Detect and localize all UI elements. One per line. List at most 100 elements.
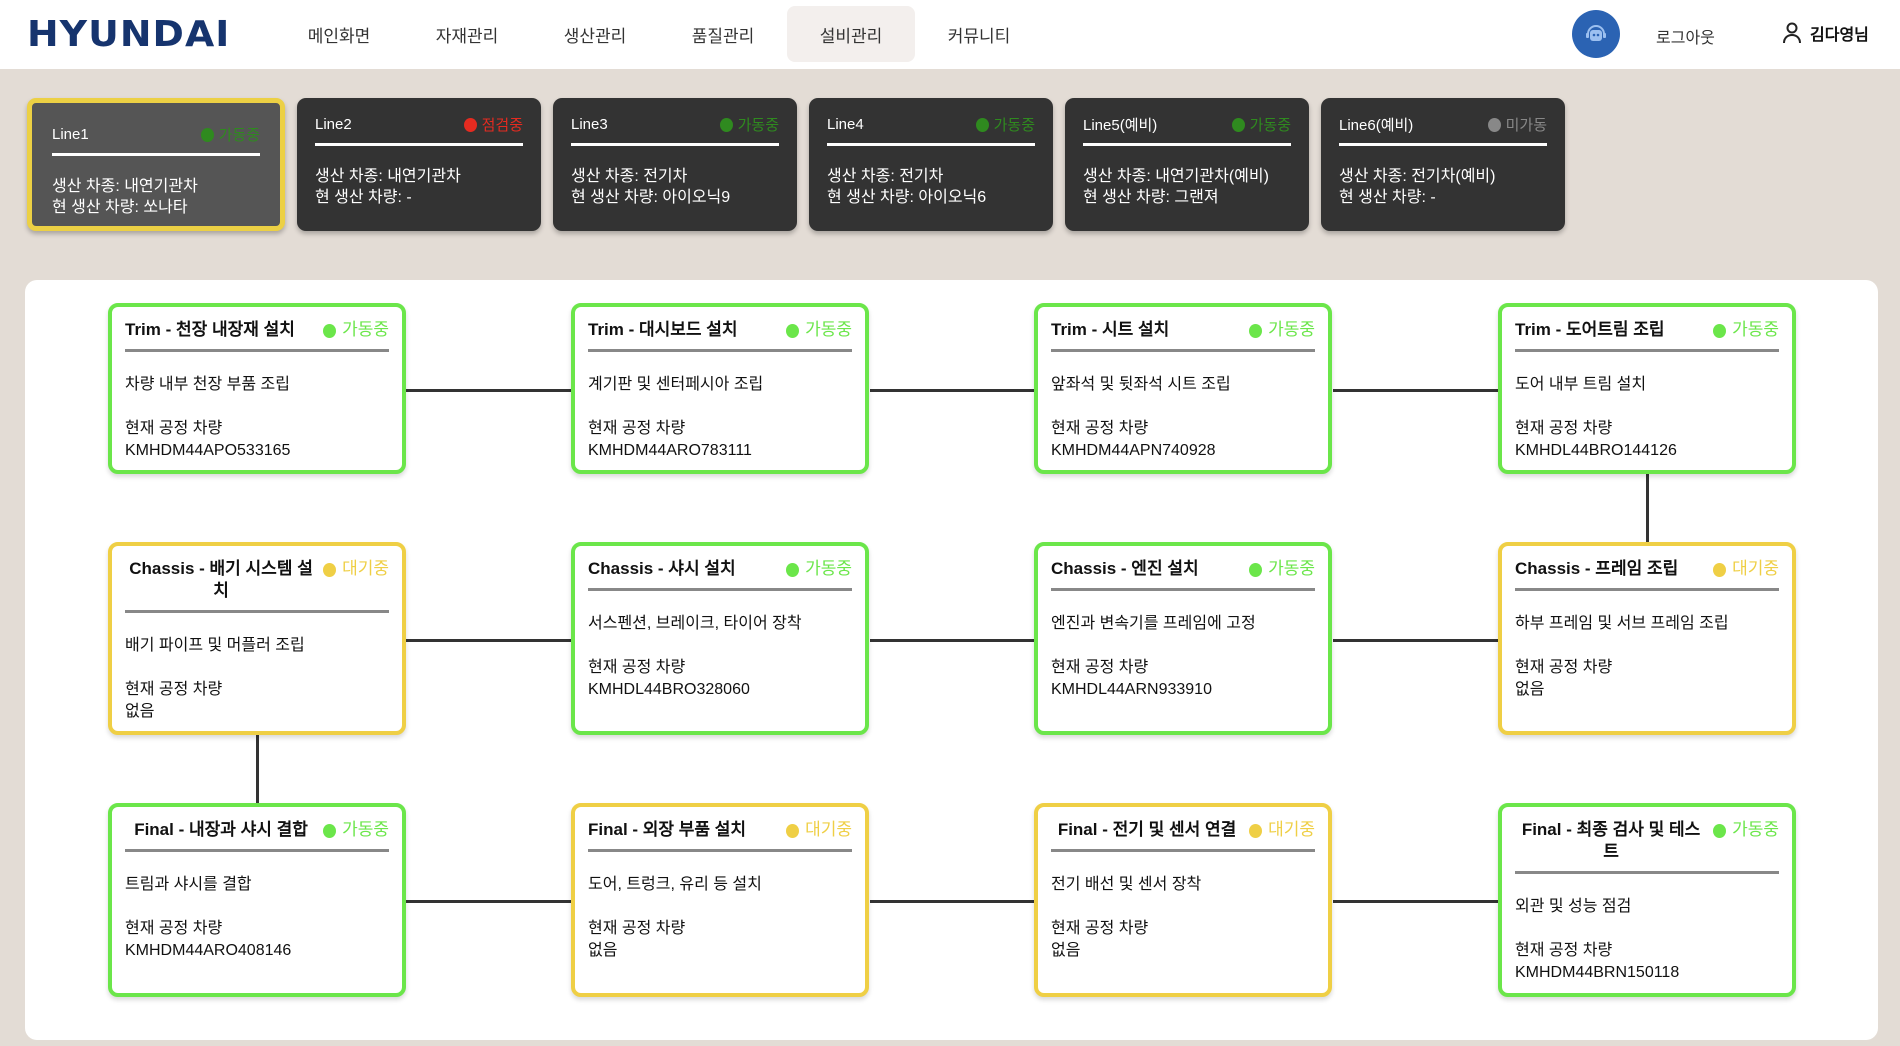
current-vehicle-label: 현재 공정 차량 [1051,659,1149,676]
status-dot-icon [463,117,477,132]
current-vehicle-id: KMHDL44BRO144126 [1515,442,1677,459]
main-nav: 메인화면 자재관리 생산관리 품질관리 설비관리 커뮤니티 [275,6,1043,62]
line-card-1[interactable]: Line1 가동중 생산 차종: 내연기관차 현 생산 차량: 쏘나타 [27,98,285,231]
process-status: 가동중 [323,819,389,841]
process-description: 차량 내부 천장 부품 조립 [125,376,290,393]
process-title: Chassis - 프레임 조립 [1515,559,1679,578]
status-dot-icon [1231,117,1245,132]
user-menu[interactable]: 김다영님 [1782,21,1869,45]
nav-production[interactable]: 생산관리 [531,6,659,62]
process-status-text: 가동중 [805,320,852,339]
status-dot-icon [323,563,337,577]
status-dot-icon [323,324,337,338]
process-card[interactable]: Chassis - 배기 시스템 설치 대기중 배기 파이프 및 머플러 조립 … [108,542,406,735]
current-vehicle-label: 현재 공정 차량 [588,659,686,676]
current-vehicle-label: 현재 공정 차량 [125,920,223,937]
process-title: Chassis - 샤시 설치 [588,559,736,578]
process-header: Chassis - 배기 시스템 설치 대기중 [125,558,389,613]
process-card[interactable]: Trim - 대시보드 설치 가동중 계기판 및 센터페시아 조립 현재 공정 … [571,303,869,474]
process-card[interactable]: Final - 내장과 샤시 결합 가동중 트림과 샤시를 결합 현재 공정 차… [108,803,406,997]
current-vehicle-id: 없음 [1051,942,1081,959]
line-name: Line2 [315,116,352,133]
process-status: 대기중 [1249,819,1315,841]
process-header: Trim - 대시보드 설치 가동중 [588,319,852,352]
line-status: 가동중 [1231,114,1291,135]
process-title: Final - 내장과 샤시 결합 [134,820,308,839]
process-status-text: 가동중 [1732,320,1779,339]
connector [256,735,259,803]
status-dot-icon [1713,324,1727,338]
line-card-2[interactable]: Line2 점검중 생산 차종: 내연기관차 현 생산 차량: - [297,98,541,231]
connector [1333,389,1498,392]
nav-quality[interactable]: 품질관리 [659,6,787,62]
current-vehicle-id: 없음 [1515,681,1545,698]
process-header: Trim - 천장 내장재 설치 가동중 [125,319,389,352]
connector [870,389,1034,392]
chatbot-button[interactable] [1572,10,1620,58]
line-status-text: 가동중 [993,117,1035,134]
process-status-text: 가동중 [342,320,389,339]
process-title: Chassis - 배기 시스템 설치 [129,559,313,600]
nav-materials[interactable]: 자재관리 [403,6,531,62]
current-vehicle-label: 현재 공정 차량 [1515,942,1613,959]
line-card-4[interactable]: Line4 가동중 생산 차종: 전기차 현 생산 차량: 아이오닉6 [809,98,1053,231]
process-card[interactable]: Final - 최종 검사 및 테스트 가동중 외관 및 성능 점검 현재 공정… [1498,803,1796,997]
status-dot-icon [975,117,989,132]
current-vehicle-id: KMHDM44APN740928 [1051,442,1216,459]
process-description: 계기판 및 센터페시아 조립 [588,376,764,393]
process-status: 대기중 [1713,558,1779,580]
process-status-text: 대기중 [1268,820,1315,839]
process-card[interactable]: Chassis - 엔진 설치 가동중 엔진과 변속기를 프레임에 고정 현재 … [1034,542,1332,735]
process-status-text: 가동중 [1732,820,1779,839]
current-vehicle-label: 현재 공정 차량 [588,420,686,437]
line-card-3[interactable]: Line3 가동중 생산 차종: 전기차 현 생산 차량: 아이오닉9 [553,98,797,231]
process-title: Final - 전기 및 센서 연결 [1057,820,1237,839]
status-dot-icon [786,563,800,577]
line-name: Line6(예비) [1339,117,1414,134]
status-dot-icon [1249,824,1263,838]
nav-main[interactable]: 메인화면 [275,6,403,62]
line-status-text: 가동중 [218,127,260,144]
current-vehicle-id: KMHDL44BRO328060 [588,681,750,698]
line-status-text: 점검중 [481,117,523,134]
hyundai-logo[interactable]: HYUNDAI [27,14,230,55]
line-status: 가동중 [719,114,779,135]
connector [1333,900,1498,903]
process-description: 서스펜션, 브레이크, 타이어 장착 [588,615,802,632]
process-status: 가동중 [1249,319,1315,341]
nav-community[interactable]: 커뮤니티 [915,6,1043,62]
process-card[interactable]: Chassis - 샤시 설치 가동중 서스펜션, 브레이크, 타이어 장착 현… [571,542,869,735]
process-status: 가동중 [1713,819,1779,841]
current-vehicle-id: 없음 [125,703,155,720]
process-card[interactable]: Final - 외장 부품 설치 대기중 도어, 트렁크, 유리 등 설치 현재… [571,803,869,997]
process-header: Chassis - 샤시 설치 가동중 [588,558,852,591]
process-description: 트림과 샤시를 결합 [125,876,252,893]
line-status-text: 가동중 [1249,117,1291,134]
current-vehicle-label: 현재 공정 차량 [1051,920,1149,937]
line-vehicle-type: 생산 차종: 내연기관차 [52,178,198,195]
logout-button[interactable]: 로그아웃 [1656,24,1715,48]
process-card[interactable]: Trim - 시트 설치 가동중 앞좌석 및 뒷좌석 시트 조립 현재 공정 차… [1034,303,1332,474]
process-title: Trim - 대시보드 설치 [588,320,738,339]
process-card[interactable]: Chassis - 프레임 조립 대기중 하부 프레임 및 서브 프레임 조립 … [1498,542,1796,735]
process-card[interactable]: Trim - 도어트림 조립 가동중 도어 내부 트림 설치 현재 공정 차량 … [1498,303,1796,474]
line-card-6[interactable]: Line6(예비) 미가동 생산 차종: 전기차(예비) 현 생산 차량: - [1321,98,1565,231]
process-header: Final - 내장과 샤시 결합 가동중 [125,819,389,852]
nav-equipment[interactable]: 설비관리 [787,6,915,62]
process-card[interactable]: Trim - 천장 내장재 설치 가동중 차량 내부 천장 부품 조립 현재 공… [108,303,406,474]
line-current-vehicle: 현 생산 차량: 아이오닉9 [571,189,731,206]
status-dot-icon [719,117,733,132]
line-card-header: Line5(예비) 가동중 [1083,114,1291,146]
line-card-5[interactable]: Line5(예비) 가동중 생산 차종: 내연기관차(예비) 현 생산 차량: … [1065,98,1309,231]
connector [406,389,571,392]
process-status: 가동중 [1249,558,1315,580]
process-flow-panel: Trim - 천장 내장재 설치 가동중 차량 내부 천장 부품 조립 현재 공… [25,280,1878,1040]
status-dot-icon [1249,324,1263,338]
process-card[interactable]: Final - 전기 및 센서 연결 대기중 전기 배선 및 센서 장착 현재 … [1034,803,1332,997]
process-title: Trim - 도어트림 조립 [1515,320,1665,339]
connector [1646,474,1649,542]
line-current-vehicle: 현 생산 차량: - [315,189,412,206]
connector [870,639,1034,642]
status-dot-icon [1487,117,1501,132]
process-status: 가동중 [1713,319,1779,341]
